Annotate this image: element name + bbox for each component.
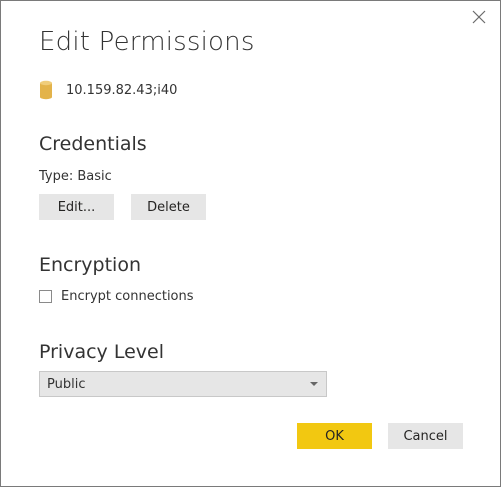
privacy-level-select[interactable]: Public xyxy=(39,371,327,397)
edit-credentials-button[interactable]: Edit... xyxy=(39,194,114,220)
data-source-name: 10.159.82.43;i40 xyxy=(66,82,178,98)
database-icon xyxy=(39,80,53,100)
credential-type-label: Type: Basic xyxy=(39,169,112,184)
delete-credentials-button[interactable]: Delete xyxy=(131,194,206,220)
credentials-heading: Credentials xyxy=(39,133,147,155)
encryption-heading: Encryption xyxy=(39,254,142,276)
dialog-title: Edit Permissions xyxy=(39,27,255,57)
data-source-row: 10.159.82.43;i40 xyxy=(39,79,177,101)
encrypt-connections-row: Encrypt connections xyxy=(39,286,194,306)
edit-permissions-dialog: Edit Permissions 10.159.82.43;i40 Creden… xyxy=(0,0,501,487)
encrypt-connections-label[interactable]: Encrypt connections xyxy=(61,289,194,304)
chevron-down-icon xyxy=(310,381,318,387)
privacy-level-value: Public xyxy=(47,376,86,392)
encrypt-connections-checkbox[interactable] xyxy=(39,289,52,303)
privacy-level-heading: Privacy Level xyxy=(39,341,164,363)
ok-button[interactable]: OK xyxy=(297,423,372,449)
cancel-button[interactable]: Cancel xyxy=(388,423,463,449)
close-icon xyxy=(472,10,486,24)
close-button[interactable] xyxy=(467,5,491,29)
